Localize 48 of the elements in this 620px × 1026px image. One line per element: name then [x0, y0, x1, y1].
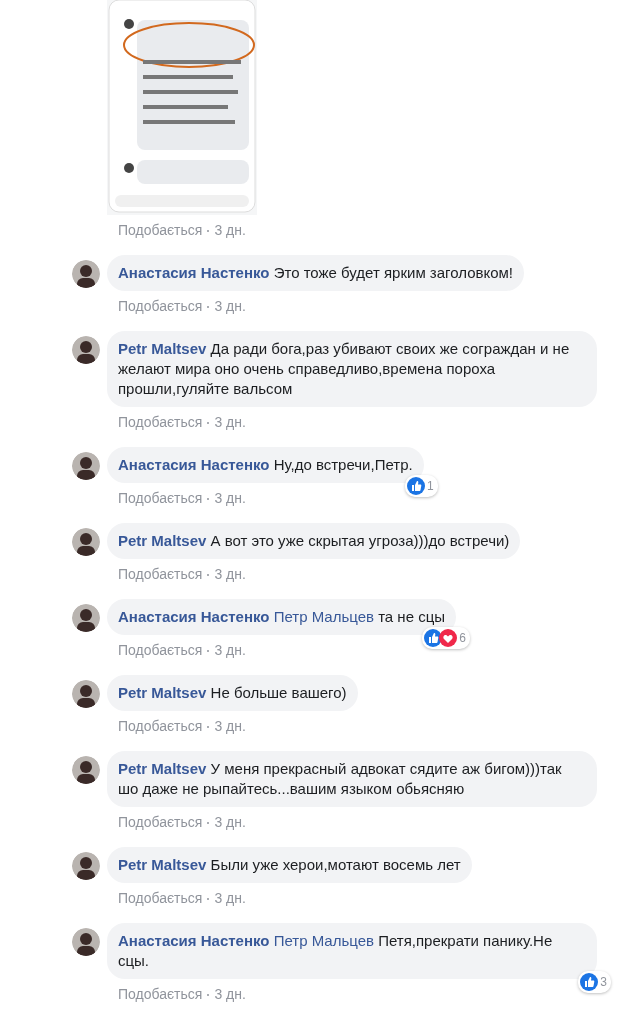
like-link[interactable]: Подобається	[118, 414, 203, 430]
reaction-summary[interactable]: 1	[404, 475, 438, 497]
author-link[interactable]: Анастасия Настенко	[118, 932, 270, 949]
timestamp[interactable]: 3 дн.	[214, 890, 246, 906]
author-link[interactable]: Petr Maltsev	[118, 684, 207, 701]
author-link[interactable]: Petr Maltsev	[118, 340, 207, 357]
reaction-count: 6	[459, 630, 467, 647]
like-link[interactable]: Подобається	[118, 890, 203, 906]
like-link[interactable]: Подобається	[118, 986, 203, 1002]
like-icon	[406, 477, 425, 495]
comment-text: Petr Maltsev Да ради бога,раз убивают своих же сограждан и не желают мира оно очень справедливо,времена пороха прошли,гуляйте вальсом	[118, 339, 571, 399]
comment-text: Petr Maltsev А вот это уже скрытая угроза)))до встречи)	[118, 531, 510, 551]
author-link[interactable]: Petr Maltsev	[118, 532, 207, 549]
mention-link[interactable]: Петр Мальцев	[273, 608, 374, 625]
timestamp[interactable]: 3 дн.	[214, 986, 246, 1002]
comment-text: Анастасия Настенко Ну,до встречи,Петр.	[118, 455, 413, 475]
timestamp[interactable]: 3 дн.	[214, 298, 246, 314]
like-link[interactable]: Подобається	[118, 814, 203, 830]
like-link[interactable]: Подобається	[118, 222, 203, 238]
comment-text: Petr Maltsev У меня прекрасный адвокат сядите аж бигом)))так шо даже не рыпайтесь...вашим языком обьясняю	[118, 759, 563, 799]
timestamp[interactable]: 3 дн.	[214, 490, 246, 506]
like-link[interactable]: Подобається	[118, 298, 203, 314]
reaction-count: 1	[426, 478, 434, 495]
like-link[interactable]: Подобається	[118, 566, 203, 582]
like-link[interactable]: Подобається	[118, 718, 203, 734]
like-icon	[580, 973, 599, 991]
comment-text: Petr Maltsev Не больше вашего)	[118, 683, 347, 703]
comment-text: Анастасия Настенко Петр Мальцев Петя,прекрати панику.Не сцы.	[118, 931, 554, 971]
author-link[interactable]: Petr Maltsev	[118, 856, 207, 873]
reaction-count: 3	[600, 974, 607, 991]
author-link[interactable]: Анастасия Настенко	[118, 608, 270, 625]
author-link[interactable]: Petr Maltsev	[118, 760, 207, 777]
reaction-summary[interactable]: 6	[422, 627, 471, 649]
timestamp[interactable]: 3 дн.	[214, 814, 246, 830]
timestamp[interactable]: 3 дн.	[214, 222, 246, 238]
timestamp[interactable]: 3 дн.	[214, 414, 246, 430]
timestamp[interactable]: 3 дн.	[214, 642, 246, 658]
reaction-summary[interactable]: 3	[578, 971, 611, 993]
author-link[interactable]: Анастасия Настенко	[118, 264, 270, 281]
timestamp[interactable]: 3 дн.	[214, 566, 246, 582]
timestamp[interactable]: 3 дн.	[214, 718, 246, 734]
mention-link[interactable]: Петр Мальцев	[273, 932, 374, 949]
comment-text: Анастасия Настенко Это тоже будет ярким заголовком!	[118, 263, 514, 283]
like-link[interactable]: Подобається	[118, 642, 203, 658]
author-link[interactable]: Анастасия Настенко	[118, 456, 270, 473]
comment-text: Анастасия Настенко Петр Мальцев та не сцы	[118, 607, 446, 627]
like-link[interactable]: Подобається	[118, 490, 203, 506]
comment-text: Petr Maltsev Были уже херои,мотают восемь лет	[118, 855, 461, 875]
